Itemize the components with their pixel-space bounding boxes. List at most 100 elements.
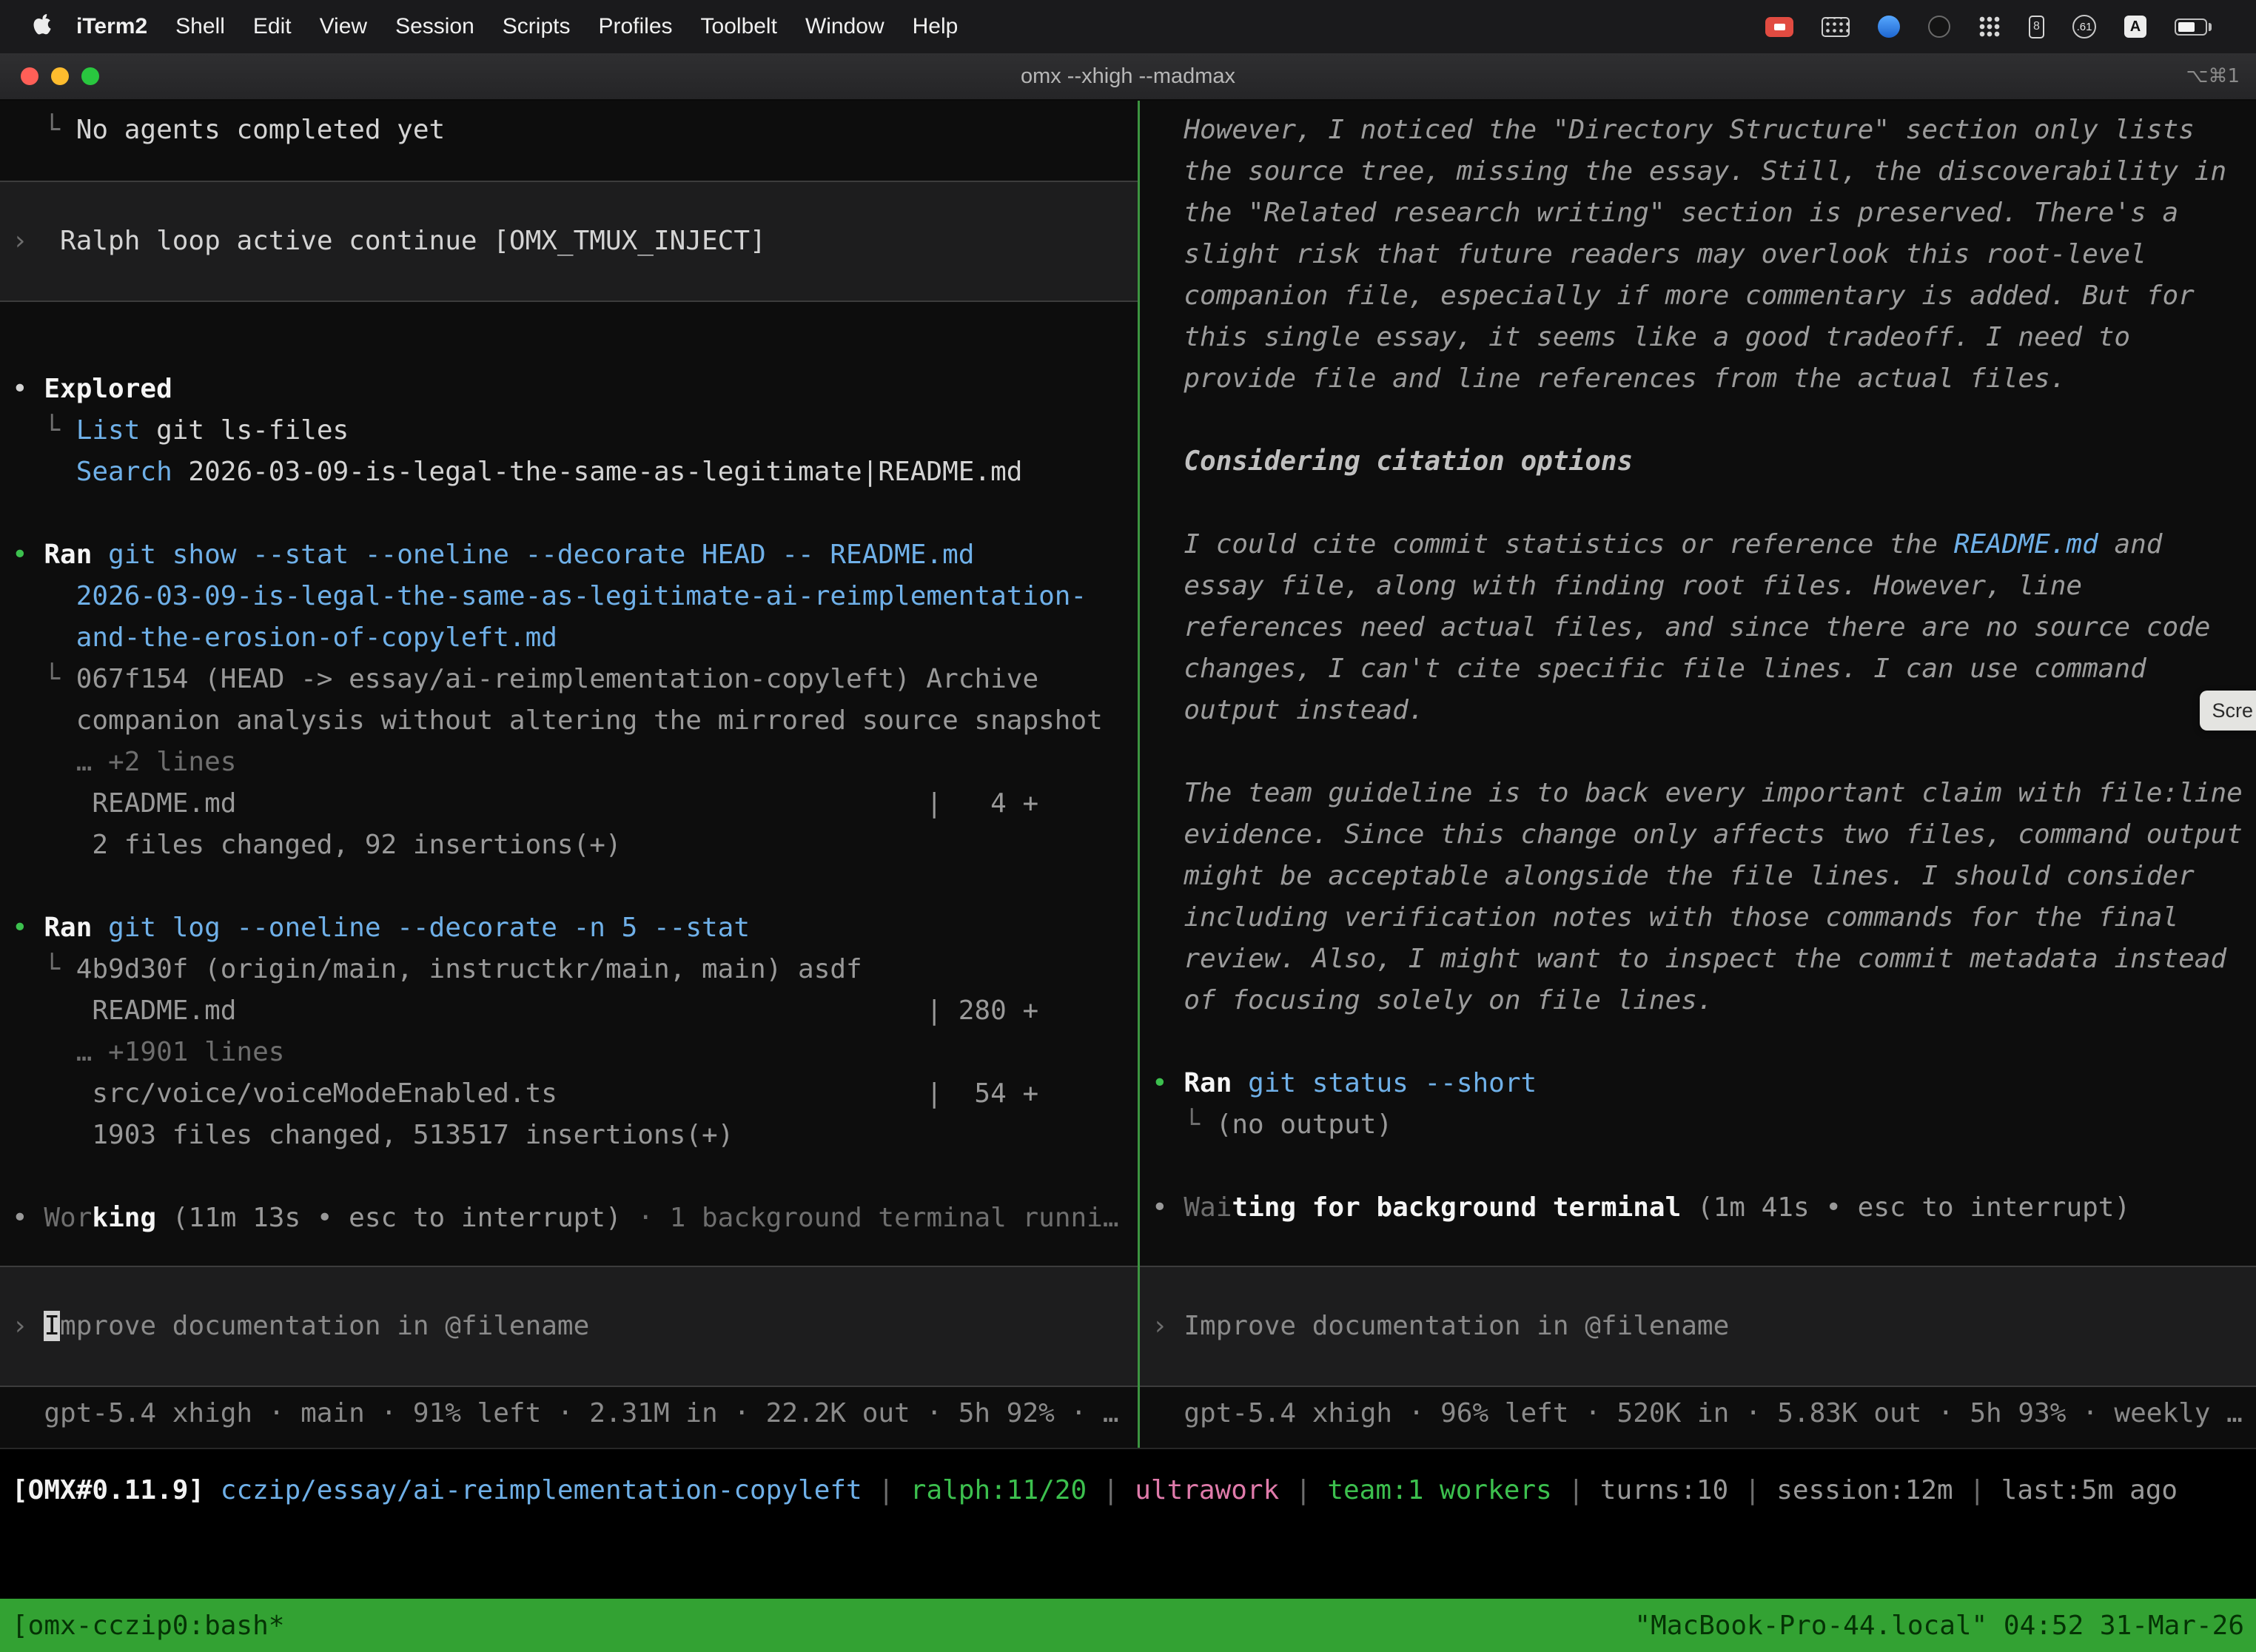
terminal-line: of focusing solely on file lines. <box>1152 980 2256 1021</box>
terminal-line: review. Also, I might want to inspect th… <box>1152 939 2256 980</box>
left-model-status: gpt-5.4 xhigh · main · 91% left · 2.31M … <box>0 1393 1138 1448</box>
terminal-line: including verification notes with those … <box>1152 897 2256 939</box>
menu-bar: iTerm2 Shell Edit View Session Scripts P… <box>0 0 2256 53</box>
app-blue-icon[interactable] <box>1878 16 1900 38</box>
menu-item-shell[interactable]: Shell <box>161 14 239 39</box>
tmux-session-name: [omx-cczip0:bash* <box>12 1611 284 1641</box>
terminal-line: • Ran git status --short <box>1152 1063 2256 1104</box>
battery-icon[interactable] <box>2175 19 2212 36</box>
window-title: omx --xhigh --madmax <box>1021 64 1235 89</box>
right-pane[interactable]: However, I noticed the "Directory Struct… <box>1140 101 2256 1448</box>
terminal-line: • Waiting for background terminal (1m 41… <box>1152 1187 2256 1229</box>
apple-menu[interactable] <box>22 12 62 41</box>
terminal-line: README.md | 4 + <box>12 783 1138 825</box>
right-prompt-input[interactable]: › Improve documentation in @filename <box>1140 1266 2256 1387</box>
minimize-button[interactable] <box>51 67 69 85</box>
menu-item-iterm2[interactable]: iTerm2 <box>62 14 161 39</box>
tmux-host-time: "MacBook-Pro-44.local" 04:52 31-Mar-26 <box>1634 1611 2244 1641</box>
terminal-line: … +2 lines <box>12 742 1138 783</box>
terminal-line: • Ran git log --oneline --decorate -n 5 … <box>12 907 1138 949</box>
terminal-line: changes, I can't cite specific file line… <box>1152 648 2256 690</box>
menu-item-session[interactable]: Session <box>381 14 489 39</box>
menu-item-help[interactable]: Help <box>899 14 973 39</box>
terminal-line: … +1901 lines <box>12 1032 1138 1073</box>
phone-icon[interactable]: 8 <box>2029 16 2044 38</box>
terminal-line: essay file, along with finding root file… <box>1152 565 2256 607</box>
right-pane-output: However, I noticed the "Directory Struct… <box>1140 101 2256 1229</box>
terminal-line: └ List git ls-files <box>12 410 1138 451</box>
terminal-line: 2026-03-09-is-legal-the-same-as-legitima… <box>12 576 1138 617</box>
terminal-line <box>1152 400 2256 441</box>
input-source-icon[interactable]: A <box>2124 16 2146 38</box>
terminal-line: this single essay, it seems like a good … <box>1152 317 2256 358</box>
window-controls <box>21 67 99 85</box>
terminal-line: references need actual files, and since … <box>1152 607 2256 648</box>
menu-bar-status-icons: 8 .61 A <box>1765 15 2256 38</box>
left-pane[interactable]: └ No agents completed yet › Ralph loop a… <box>0 101 1138 1448</box>
menu-item-toolbelt[interactable]: Toolbelt <box>687 14 791 39</box>
gauge-icon[interactable]: .61 <box>2072 15 2096 38</box>
terminal-line: However, I noticed the "Directory Struct… <box>1152 110 2256 151</box>
terminal-line <box>1152 483 2256 524</box>
terminal-line: • Ran git show --stat --oneline --decora… <box>12 534 1138 576</box>
terminal-line <box>12 493 1138 534</box>
terminal-line: └ (no output) <box>1152 1104 2256 1146</box>
keyboard-icon[interactable] <box>1822 17 1850 37</box>
terminal-line: 2 files changed, 92 insertions(+) <box>12 825 1138 866</box>
apps-grid-icon[interactable] <box>1978 16 2001 38</box>
menu-item-scripts[interactable]: Scripts <box>489 14 585 39</box>
window-shortcut-badge: ⌥⌘1 <box>2186 65 2240 87</box>
left-pane-output: • Explored └ List git ls-files Search 20… <box>0 369 1138 1239</box>
left-prompt-input[interactable]: › Improve documentation in @filename <box>0 1266 1138 1387</box>
terminal-window: └ No agents completed yet › Ralph loop a… <box>0 101 2256 1599</box>
terminal-line: src/voice/voiceModeEnabled.ts | 54 + <box>12 1073 1138 1115</box>
terminal-line <box>1152 731 2256 773</box>
terminal-line: slight risk that future readers may over… <box>1152 234 2256 275</box>
terminal-line: companion file, especially if more comme… <box>1152 275 2256 317</box>
screen-pill[interactable]: Scre <box>2200 691 2256 731</box>
menu-item-edit[interactable]: Edit <box>239 14 306 39</box>
terminal-line: • Explored <box>12 369 1138 410</box>
terminal-line: └ 067f154 (HEAD -> essay/ai-reimplementa… <box>12 659 1138 700</box>
terminal-line: Considering citation options <box>1152 441 2256 483</box>
terminal-line: 1903 files changed, 513517 insertions(+) <box>12 1115 1138 1156</box>
app-dark-icon[interactable] <box>1928 16 1950 38</box>
terminal-line: README.md | 280 + <box>12 990 1138 1032</box>
right-pane-spacer <box>1140 1229 2256 1266</box>
omx-status-line: [OMX#0.11.9] cczip/essay/ai-reimplementa… <box>0 1470 2256 1511</box>
terminal-line <box>1152 1021 2256 1063</box>
zoom-button[interactable] <box>81 67 99 85</box>
title-bar[interactable]: omx --xhigh --madmax ⌥⌘1 <box>0 53 2256 101</box>
screen-recording-icon[interactable] <box>1765 17 1793 37</box>
terminal-line: and-the-erosion-of-copyleft.md <box>12 617 1138 659</box>
terminal-line: └ No agents completed yet <box>12 110 1138 151</box>
terminal-panes: └ No agents completed yet › Ralph loop a… <box>0 101 2256 1449</box>
terminal-line: companion analysis without altering the … <box>12 700 1138 742</box>
menu-item-profiles[interactable]: Profiles <box>584 14 686 39</box>
terminal-line: the "Related research writing" section i… <box>1152 192 2256 234</box>
terminal-line <box>12 1156 1138 1198</box>
menu-item-view[interactable]: View <box>306 14 381 39</box>
terminal-line: └ 4b9d30f (origin/main, instructkr/main,… <box>12 949 1138 990</box>
terminal-line: • Working (11m 13s • esc to interrupt) ·… <box>12 1198 1138 1239</box>
terminal-line <box>12 866 1138 907</box>
terminal-line: Search 2026-03-09-is-legal-the-same-as-l… <box>12 451 1138 493</box>
ralph-banner-line: › Ralph loop active continue [OMX_TMUX_I… <box>12 221 1138 262</box>
terminal-line: provide file and line references from th… <box>1152 358 2256 400</box>
menu-item-window[interactable]: Window <box>791 14 899 39</box>
terminal-line: evidence. Since this change only affects… <box>1152 814 2256 856</box>
left-prompt-line: › Improve documentation in @filename <box>12 1306 1138 1347</box>
terminal-line: the source tree, missing the essay. Stil… <box>1152 151 2256 192</box>
tmux-status-bar: [omx-cczip0:bash* "MacBook-Pro-44.local"… <box>0 1599 2256 1652</box>
right-model-status: gpt-5.4 xhigh · 96% left · 520K in · 5.8… <box>1140 1393 2256 1448</box>
left-pane-top-output: └ No agents completed yet <box>0 101 1138 151</box>
terminal-line: The team guideline is to back every impo… <box>1152 773 2256 814</box>
close-button[interactable] <box>21 67 38 85</box>
apple-logo-icon <box>33 12 52 41</box>
left-pane-spacer <box>0 1239 1138 1266</box>
right-prompt-line: › Improve documentation in @filename <box>1152 1306 2256 1347</box>
terminal-line: might be acceptable alongside the file l… <box>1152 856 2256 897</box>
terminal-line <box>1152 1146 2256 1187</box>
ralph-banner: › Ralph loop active continue [OMX_TMUX_I… <box>0 181 1138 302</box>
terminal-line: I could cite commit statistics or refere… <box>1152 524 2256 565</box>
